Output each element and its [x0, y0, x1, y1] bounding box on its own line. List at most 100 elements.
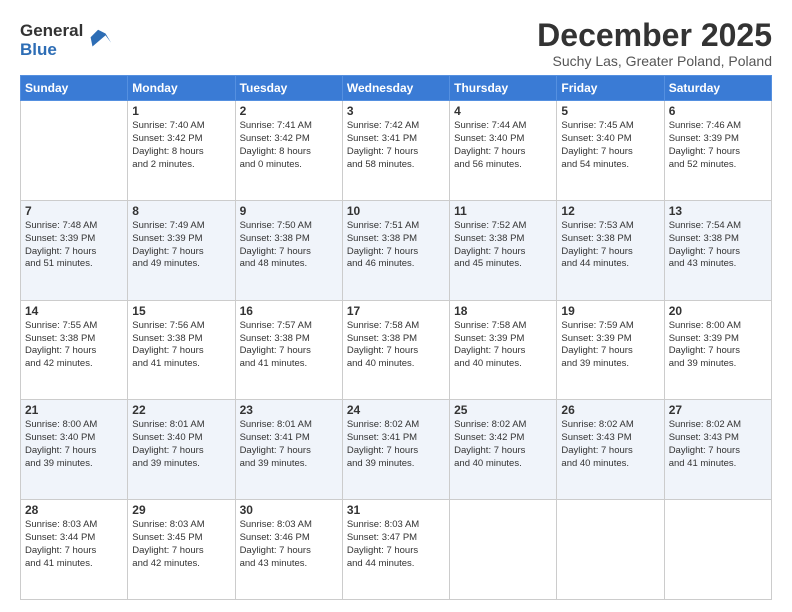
logo-text: General Blue: [20, 22, 83, 59]
day-number: 2: [240, 104, 338, 118]
day-number: 29: [132, 503, 230, 517]
day-number: 11: [454, 204, 552, 218]
calendar-week-row: 1 Sunrise: 7:40 AM Sunset: 3:42 PM Daylig…: [21, 101, 772, 201]
calendar-cell: 7 Sunrise: 7:48 AM Sunset: 3:39 PM Daylig…: [21, 200, 128, 300]
day-info: Sunrise: 8:02 AM Sunset: 3:41 PM Dayligh…: [347, 419, 445, 470]
calendar-day-header: Tuesday: [235, 76, 342, 101]
day-info: Sunrise: 7:58 AM Sunset: 3:39 PM Dayligh…: [454, 320, 552, 371]
calendar-cell: 3 Sunrise: 7:42 AM Sunset: 3:41 PM Daylig…: [342, 101, 449, 201]
location-subtitle: Suchy Las, Greater Poland, Poland: [537, 53, 772, 69]
calendar-cell: 25Sunrise: 8:02 AM Sunset: 3:42 PM Dayli…: [450, 400, 557, 500]
calendar-week-row: 28 Sunrise: 8:03 AM Sunset: 3:44 PM Dayli…: [21, 500, 772, 600]
day-info: Sunrise: 8:00 AM Sunset: 3:39 PM Dayligh…: [669, 320, 767, 371]
logo: General Blue: [20, 22, 113, 59]
day-number: 5: [561, 104, 659, 118]
calendar-cell: 21Sunrise: 8:00 AM Sunset: 3:40 PM Dayli…: [21, 400, 128, 500]
calendar-cell: [21, 101, 128, 201]
day-number: 30: [240, 503, 338, 517]
calendar-cell: 15 Sunrise: 7:56 AM Sunset: 3:38 PM Dayli…: [128, 300, 235, 400]
calendar-cell: 31 Sunrise: 8:03 AM Sunset: 3:47 PM Dayli…: [342, 500, 449, 600]
day-info: Sunrise: 7:49 AM Sunset: 3:39 PM Dayligh…: [132, 220, 230, 271]
day-number: 12: [561, 204, 659, 218]
day-info: Sunrise: 8:02 AM Sunset: 3:43 PM Dayligh…: [669, 419, 767, 470]
day-info: Sunrise: 7:56 AM Sunset: 3:38 PM Dayligh…: [132, 320, 230, 371]
calendar-header-row: SundayMondayTuesdayWednesdayThursdayFrid…: [21, 76, 772, 101]
day-info: Sunrise: 8:03 AM Sunset: 3:44 PM Dayligh…: [25, 519, 123, 570]
calendar-cell: 11Sunrise: 7:52 AM Sunset: 3:38 PM Dayli…: [450, 200, 557, 300]
day-number: 4: [454, 104, 552, 118]
calendar-cell: 6Sunrise: 7:46 AM Sunset: 3:39 PM Daylig…: [664, 101, 771, 201]
day-info: Sunrise: 7:45 AM Sunset: 3:40 PM Dayligh…: [561, 120, 659, 171]
day-info: Sunrise: 8:01 AM Sunset: 3:41 PM Dayligh…: [240, 419, 338, 470]
calendar-cell: 22 Sunrise: 8:01 AM Sunset: 3:40 PM Dayli…: [128, 400, 235, 500]
day-number: 24: [347, 403, 445, 417]
calendar-day-header: Sunday: [21, 76, 128, 101]
calendar-cell: [557, 500, 664, 600]
calendar-cell: 2 Sunrise: 7:41 AM Sunset: 3:42 PM Daylig…: [235, 101, 342, 201]
day-info: Sunrise: 7:42 AM Sunset: 3:41 PM Dayligh…: [347, 120, 445, 171]
day-info: Sunrise: 8:01 AM Sunset: 3:40 PM Dayligh…: [132, 419, 230, 470]
day-info: Sunrise: 7:51 AM Sunset: 3:38 PM Dayligh…: [347, 220, 445, 271]
day-info: Sunrise: 7:46 AM Sunset: 3:39 PM Dayligh…: [669, 120, 767, 171]
day-info: Sunrise: 7:40 AM Sunset: 3:42 PM Dayligh…: [132, 120, 230, 171]
day-number: 19: [561, 304, 659, 318]
day-number: 3: [347, 104, 445, 118]
calendar-cell: 28 Sunrise: 8:03 AM Sunset: 3:44 PM Dayli…: [21, 500, 128, 600]
calendar-cell: 10 Sunrise: 7:51 AM Sunset: 3:38 PM Dayli…: [342, 200, 449, 300]
calendar-cell: 1 Sunrise: 7:40 AM Sunset: 3:42 PM Daylig…: [128, 101, 235, 201]
day-number: 22: [132, 403, 230, 417]
day-number: 15: [132, 304, 230, 318]
day-number: 16: [240, 304, 338, 318]
day-number: 26: [561, 403, 659, 417]
header: General Blue December 2025 Suchy Las, Gr…: [20, 18, 772, 69]
day-number: 25: [454, 403, 552, 417]
day-number: 20: [669, 304, 767, 318]
day-info: Sunrise: 7:59 AM Sunset: 3:39 PM Dayligh…: [561, 320, 659, 371]
day-number: 27: [669, 403, 767, 417]
logo-general: General: [20, 22, 83, 41]
day-number: 18: [454, 304, 552, 318]
day-info: Sunrise: 8:03 AM Sunset: 3:46 PM Dayligh…: [240, 519, 338, 570]
day-info: Sunrise: 8:03 AM Sunset: 3:45 PM Dayligh…: [132, 519, 230, 570]
day-info: Sunrise: 7:53 AM Sunset: 3:38 PM Dayligh…: [561, 220, 659, 271]
calendar-cell: 13 Sunrise: 7:54 AM Sunset: 3:38 PM Dayli…: [664, 200, 771, 300]
calendar-week-row: 21Sunrise: 8:00 AM Sunset: 3:40 PM Dayli…: [21, 400, 772, 500]
calendar-day-header: Monday: [128, 76, 235, 101]
calendar-day-header: Saturday: [664, 76, 771, 101]
day-info: Sunrise: 7:57 AM Sunset: 3:38 PM Dayligh…: [240, 320, 338, 371]
day-info: Sunrise: 8:03 AM Sunset: 3:47 PM Dayligh…: [347, 519, 445, 570]
day-info: Sunrise: 7:58 AM Sunset: 3:38 PM Dayligh…: [347, 320, 445, 371]
calendar-cell: [664, 500, 771, 600]
calendar-cell: 24 Sunrise: 8:02 AM Sunset: 3:41 PM Dayli…: [342, 400, 449, 500]
day-info: Sunrise: 7:48 AM Sunset: 3:39 PM Dayligh…: [25, 220, 123, 271]
calendar-cell: 9 Sunrise: 7:50 AM Sunset: 3:38 PM Daylig…: [235, 200, 342, 300]
logo-icon: [85, 26, 113, 54]
logo-blue: Blue: [20, 41, 83, 60]
day-number: 13: [669, 204, 767, 218]
calendar-cell: 30 Sunrise: 8:03 AM Sunset: 3:46 PM Dayli…: [235, 500, 342, 600]
day-info: Sunrise: 7:44 AM Sunset: 3:40 PM Dayligh…: [454, 120, 552, 171]
page: General Blue December 2025 Suchy Las, Gr…: [0, 0, 792, 612]
day-number: 23: [240, 403, 338, 417]
day-number: 14: [25, 304, 123, 318]
calendar-day-header: Wednesday: [342, 76, 449, 101]
day-info: Sunrise: 7:41 AM Sunset: 3:42 PM Dayligh…: [240, 120, 338, 171]
day-info: Sunrise: 7:54 AM Sunset: 3:38 PM Dayligh…: [669, 220, 767, 271]
calendar-cell: 23 Sunrise: 8:01 AM Sunset: 3:41 PM Dayli…: [235, 400, 342, 500]
calendar-cell: 29 Sunrise: 8:03 AM Sunset: 3:45 PM Dayli…: [128, 500, 235, 600]
day-number: 7: [25, 204, 123, 218]
day-number: 10: [347, 204, 445, 218]
day-number: 31: [347, 503, 445, 517]
calendar-cell: 26 Sunrise: 8:02 AM Sunset: 3:43 PM Dayli…: [557, 400, 664, 500]
day-number: 28: [25, 503, 123, 517]
day-info: Sunrise: 7:50 AM Sunset: 3:38 PM Dayligh…: [240, 220, 338, 271]
calendar-cell: 18 Sunrise: 7:58 AM Sunset: 3:39 PM Dayli…: [450, 300, 557, 400]
day-info: Sunrise: 8:02 AM Sunset: 3:43 PM Dayligh…: [561, 419, 659, 470]
title-block: December 2025 Suchy Las, Greater Poland,…: [537, 18, 772, 69]
calendar-cell: 8Sunrise: 7:49 AM Sunset: 3:39 PM Daylig…: [128, 200, 235, 300]
day-number: 1: [132, 104, 230, 118]
calendar-week-row: 14Sunrise: 7:55 AM Sunset: 3:38 PM Dayli…: [21, 300, 772, 400]
calendar-cell: 20 Sunrise: 8:00 AM Sunset: 3:39 PM Dayli…: [664, 300, 771, 400]
day-number: 9: [240, 204, 338, 218]
calendar-cell: 17Sunrise: 7:58 AM Sunset: 3:38 PM Dayli…: [342, 300, 449, 400]
